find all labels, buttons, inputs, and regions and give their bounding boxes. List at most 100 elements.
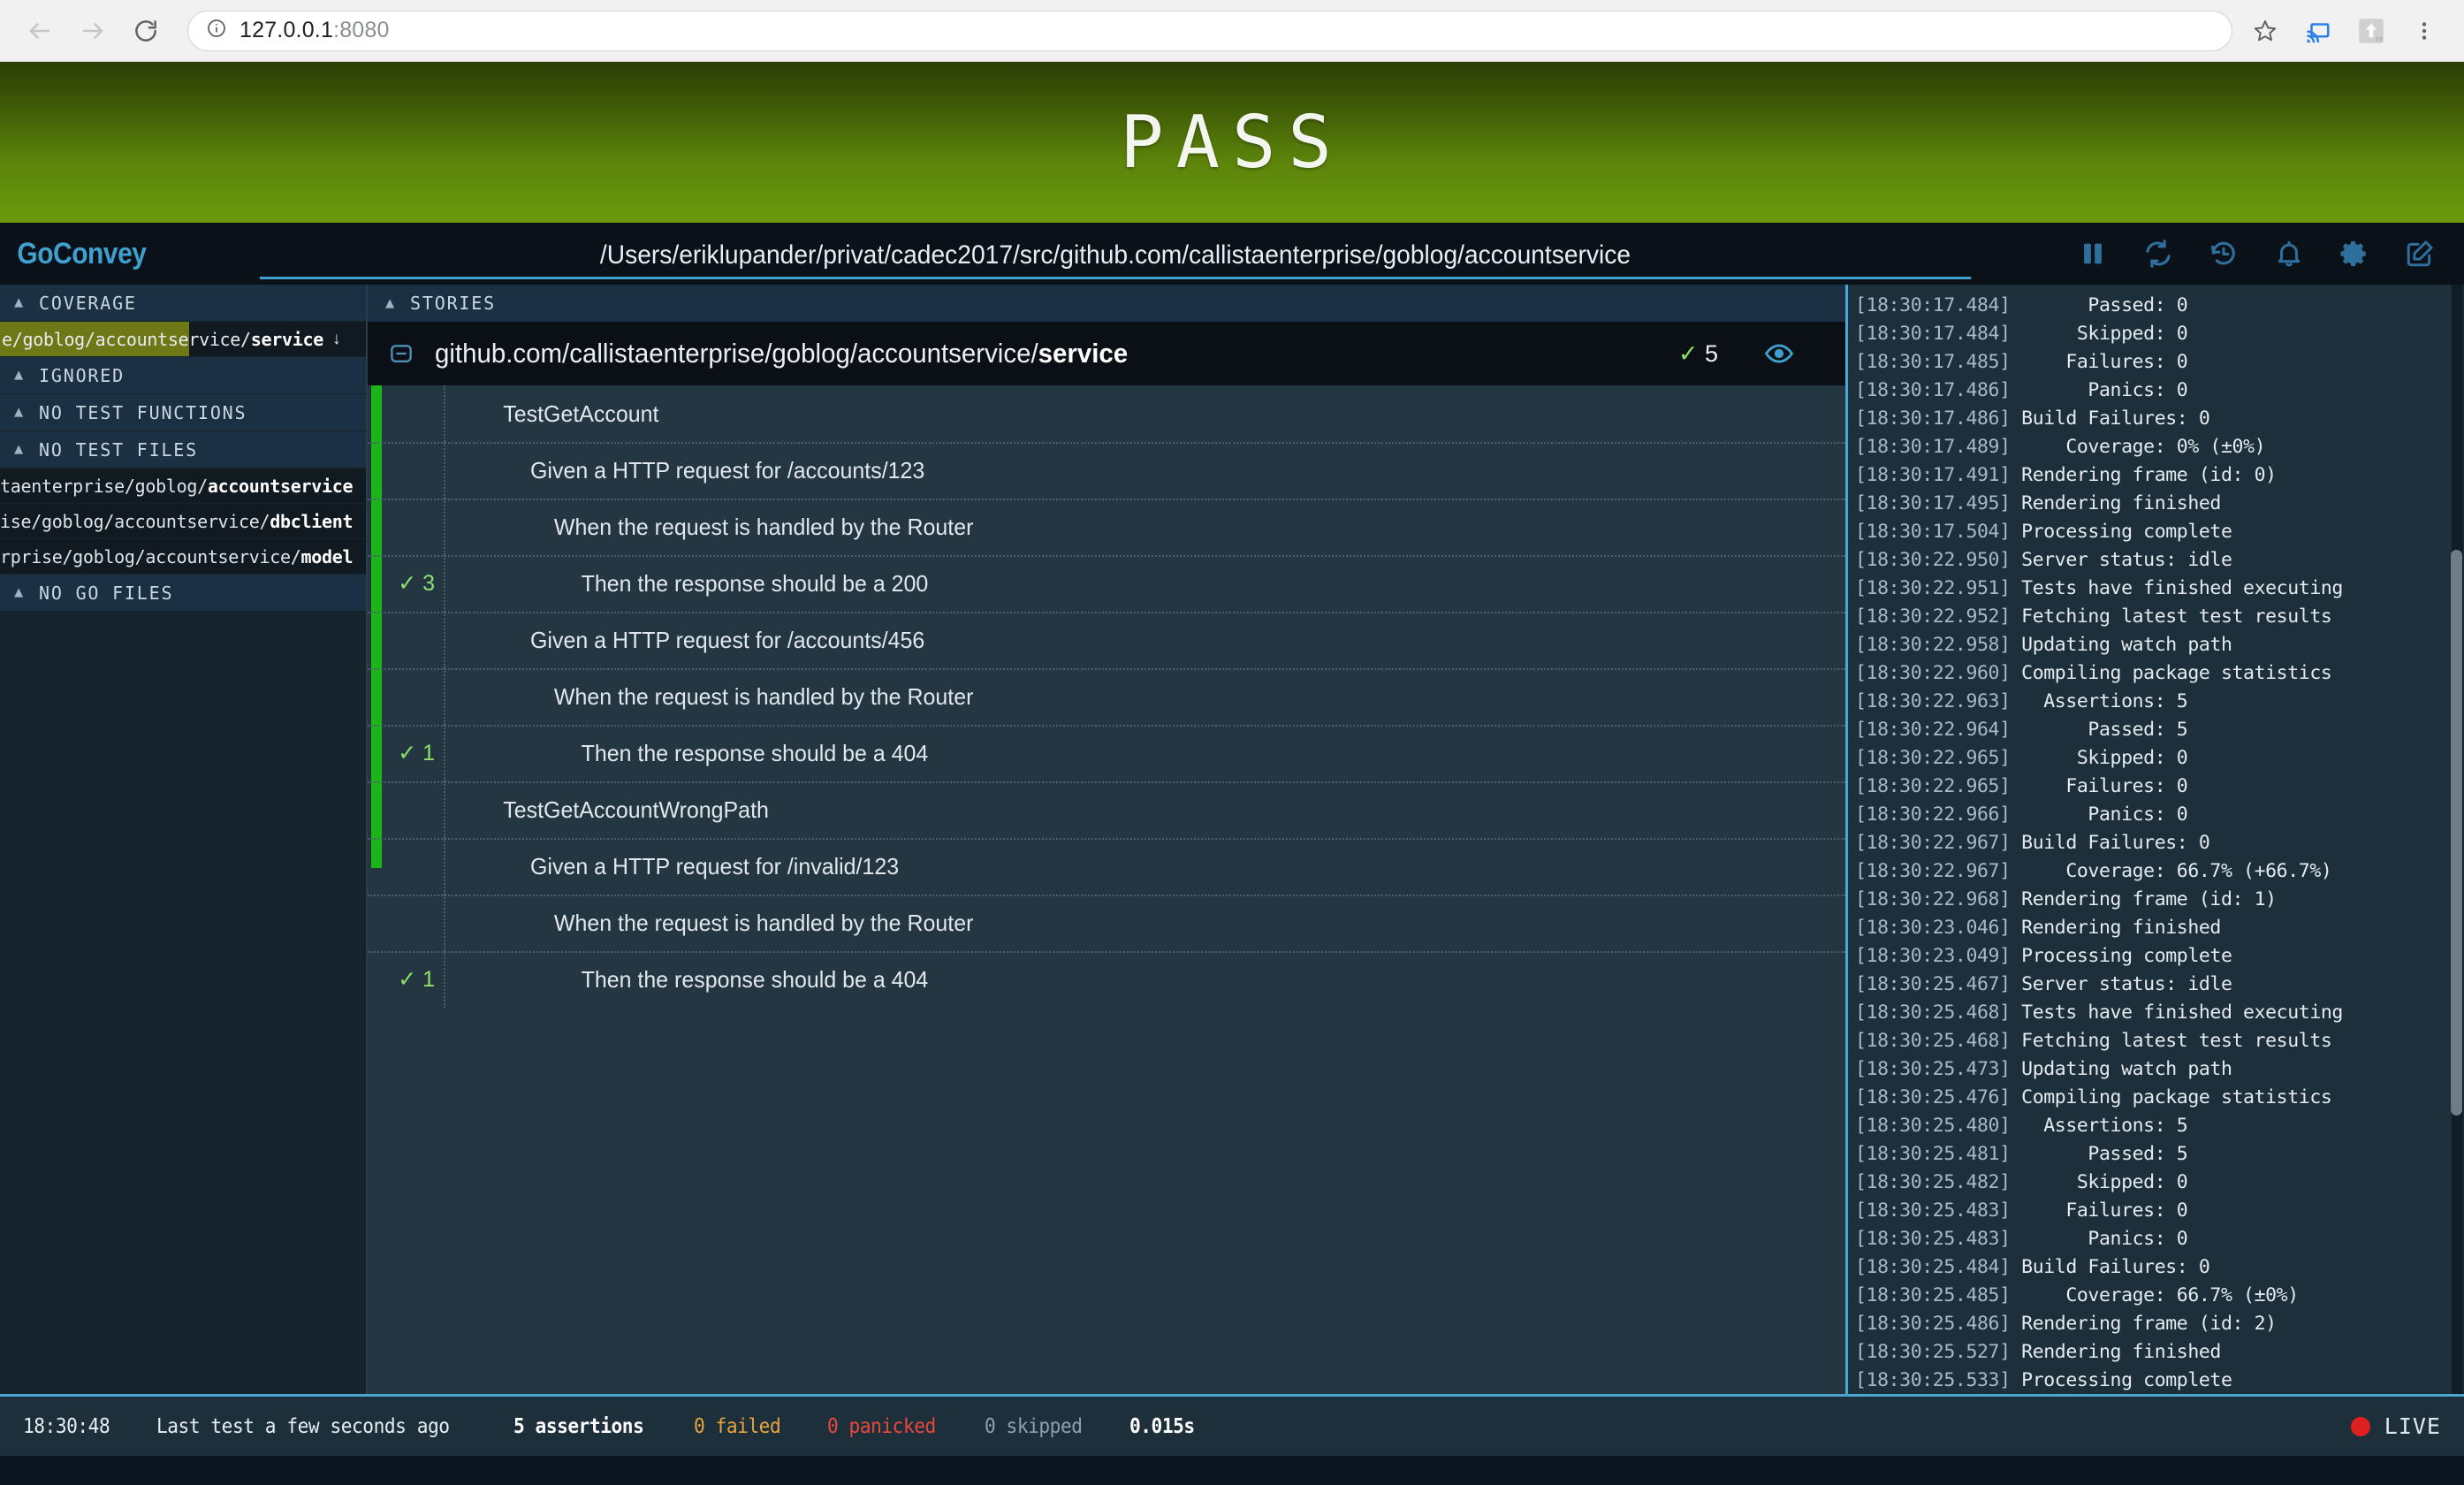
log-message: Build Failures: 0 (2010, 832, 2210, 854)
log-timestamp: [18:30:25.481] (1855, 1143, 2011, 1165)
log-line: [18:30:17.484] Skipped: 0 (1855, 320, 2464, 348)
header-actions (2054, 236, 2464, 271)
log-line: [18:30:25.483] Panics: 0 (1855, 1225, 2464, 1253)
address-bar[interactable]: 127.0.0.1:8080 (187, 10, 2232, 51)
three-dot-menu-icon[interactable] (2404, 11, 2445, 51)
sort-arrow-icon[interactable]: ↓ (332, 330, 341, 349)
refresh-button[interactable] (2141, 236, 2176, 271)
log-timestamp: [18:30:25.468] (1855, 1001, 2011, 1024)
no-test-files-item[interactable]: rprise/goblog/accountservice/model (0, 539, 366, 575)
chevron-up-icon: ▲ (14, 403, 26, 421)
coverage-row[interactable]: e/goblog/accountservice/service ↓ (0, 322, 366, 357)
story-package-title[interactable]: github.com/callistaenterprise/goblog/acc… (435, 338, 1616, 369)
log-panel[interactable]: [18:30:17.484] Passed: 0 [18:30:17.484] S… (1845, 285, 2464, 1394)
sidebar-section-label: IGNORED (39, 364, 125, 386)
story-row[interactable]: When the request is handled by the Route… (368, 668, 1845, 725)
log-line: [18:30:25.486] Rendering frame (id: 2) (1855, 1310, 2464, 1338)
log-line: [18:30:25.484] Build Failures: 0 (1855, 1253, 2464, 1282)
story-row[interactable]: Given a HTTP request for /accounts/456 (368, 612, 1845, 668)
edit-button[interactable] (2402, 236, 2437, 271)
browser-toolbar: 127.0.0.1:8080 EX (0, 0, 2464, 62)
row-label: Then the response should be a 404 (581, 739, 929, 766)
story-row[interactable]: ✓ 1 Then the response should be a 404 (368, 951, 1845, 1008)
chevron-up-icon: ▲ (14, 440, 26, 458)
sidebar-section-label: NO GO FILES (39, 582, 174, 604)
sidebar-section-no-test-files[interactable]: ▲ NO TEST FILES (0, 431, 366, 468)
cast-icon[interactable] (2298, 11, 2339, 51)
row-label: TestGetAccount (503, 400, 659, 427)
log-timestamp: [18:30:22.958] (1855, 634, 2011, 656)
log-scrollbar[interactable] (2451, 285, 2463, 1394)
history-button[interactable] (2206, 236, 2241, 271)
log-message: Assertions: 5 (2010, 1115, 2188, 1137)
eye-icon[interactable] (1764, 339, 1794, 369)
log-message: Processing complete (2010, 521, 2232, 543)
back-arrow-icon[interactable] (19, 11, 60, 51)
sidebar-section-no-test-functions[interactable]: ▲ NO TEST FUNCTIONS (0, 394, 366, 431)
sidebar-section-no-go-files[interactable]: ▲ NO GO FILES (0, 575, 366, 612)
sidebar-section-ignored[interactable]: ▲ IGNORED (0, 357, 366, 394)
story-row[interactable]: Given a HTTP request for /invalid/123 (368, 838, 1845, 895)
minus-square-icon[interactable] (368, 340, 435, 367)
extension-icon[interactable]: EX (2351, 11, 2392, 51)
log-line: [18:30:25.483] Failures: 0 (1855, 1197, 2464, 1225)
log-line: [18:30:17.486] Panics: 0 (1855, 377, 2464, 405)
stories-section-header[interactable]: ▲ STORIES (368, 285, 1845, 322)
stories-header-label: STORIES (410, 293, 496, 314)
log-timestamp: [18:30:25.467] (1855, 973, 2011, 995)
log-timestamp: [18:30:17.495] (1855, 492, 2011, 514)
story-row[interactable]: When the request is handled by the Route… (368, 499, 1845, 555)
log-line: [18:30:17.495] Rendering finished (1855, 490, 2464, 518)
log-timestamp: [18:30:25.484] (1855, 1256, 2011, 1278)
url-text: 127.0.0.1:8080 (240, 18, 390, 42)
log-line: [18:30:22.965] Skipped: 0 (1855, 744, 2464, 773)
log-message: Rendering finished (2010, 492, 2221, 514)
log-message: Tests have finished executing (2010, 577, 2343, 599)
log-message: Rendering frame (id: 2) (2010, 1313, 2277, 1335)
forward-arrow-icon[interactable] (72, 11, 113, 51)
log-line: [18:30:17.486] Build Failures: 0 (1855, 405, 2464, 433)
reload-icon[interactable] (125, 11, 166, 51)
log-message: Build Failures: 0 (2010, 407, 2210, 430)
log-timestamp: [18:30:17.485] (1855, 351, 2011, 373)
log-line: [18:30:22.951] Tests have finished execu… (1855, 575, 2464, 603)
log-line: [18:30:25.533] Processing complete (1855, 1367, 2464, 1394)
live-label: LIVE (2384, 1413, 2441, 1439)
sidebar-section-coverage[interactable]: ▲ COVERAGE (0, 285, 366, 322)
log-message: Panics: 0 (2010, 803, 2188, 826)
row-assertion-count: ✓ 3 (398, 571, 435, 596)
log-message: Compiling package statistics (2010, 1086, 2332, 1108)
settings-button[interactable] (2337, 236, 2372, 271)
log-message: Skipped: 0 (2010, 1171, 2188, 1193)
story-row[interactable]: ✓ 1 Then the response should be a 404 (368, 725, 1845, 781)
log-timestamp: [18:30:17.489] (1855, 436, 2011, 458)
story-row[interactable]: ✓ 3 Then the response should be a 200 (368, 555, 1845, 612)
story-row[interactable]: TestGetAccountWrongPath (368, 781, 1845, 838)
log-timestamp: [18:30:22.966] (1855, 803, 2011, 826)
chevron-up-icon: ▲ (14, 583, 26, 601)
story-row[interactable]: TestGetAccount (368, 385, 1845, 442)
log-message: Passed: 5 (2010, 719, 2188, 741)
log-line: [18:30:25.476] Compiling package statist… (1855, 1084, 2464, 1112)
watch-path-input[interactable]: /Users/eriklupander/privat/cadec2017/src… (259, 240, 1972, 279)
pause-button[interactable] (2075, 236, 2110, 271)
log-message: Rendering frame (id: 0) (2010, 464, 2277, 486)
live-indicator[interactable]: LIVE (2350, 1413, 2441, 1439)
log-scrollbar-thumb[interactable] (2451, 550, 2462, 1116)
story-row[interactable]: Given a HTTP request for /accounts/123 (368, 442, 1845, 499)
sidebar[interactable]: ▲ COVERAGE e/goblog/accountservice/servi… (0, 285, 368, 1394)
app-logo[interactable]: GoConvey (0, 237, 156, 271)
log-message: Skipped: 0 (2010, 747, 2188, 769)
no-test-files-item[interactable]: taenterprise/goblog/accountservice (0, 468, 366, 504)
no-test-files-item[interactable]: ise/goblog/accountservice/dbclient (0, 504, 366, 539)
info-circle-icon[interactable] (206, 18, 227, 43)
log-timestamp: [18:30:25.473] (1855, 1058, 2011, 1080)
log-message: Build Failures: 0 (2010, 1256, 2210, 1278)
notifications-button[interactable] (2271, 236, 2307, 271)
star-icon[interactable] (2245, 11, 2285, 51)
story-row[interactable]: When the request is handled by the Route… (368, 895, 1845, 951)
log-timestamp: [18:30:25.482] (1855, 1171, 2011, 1193)
log-message: Processing complete (2010, 945, 2232, 967)
log-timestamp: [18:30:22.967] (1855, 832, 2011, 854)
log-timestamp: [18:30:25.468] (1855, 1030, 2011, 1052)
